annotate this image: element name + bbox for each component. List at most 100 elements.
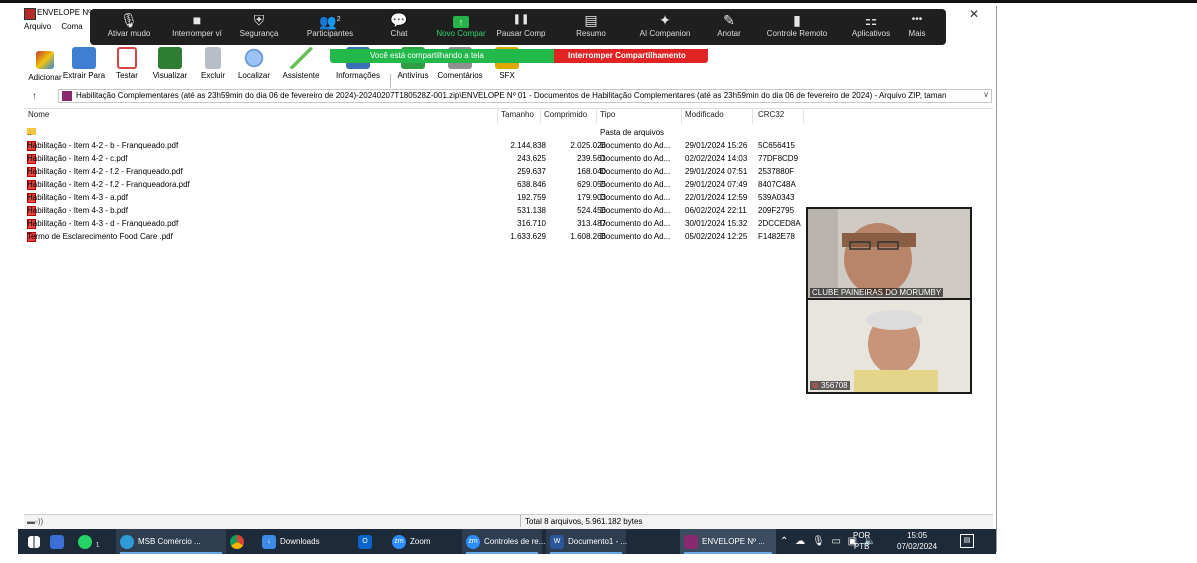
- taskbar-app-zoom-controls[interactable]: zm Controles de re...: [462, 529, 545, 554]
- taskbar-start-button[interactable]: [28, 529, 44, 554]
- menu-bar: Arquivo Coma: [24, 22, 91, 31]
- stop-share-button[interactable]: Interromper Compartilhamento: [554, 49, 708, 63]
- toolbar-excluir-button[interactable]: Excluir: [196, 47, 230, 80]
- outlook-icon: O: [358, 534, 372, 549]
- zoom-mute-button[interactable]: 🎙 Ativar mudo: [94, 9, 164, 45]
- test-checklist-icon: [117, 47, 137, 69]
- notification-icon[interactable]: ▤: [960, 534, 974, 548]
- zoom-meeting-controls: 🎙 Ativar mudo ■ Interromper ví ⛨ Seguran…: [90, 9, 946, 45]
- chevron-down-icon[interactable]: ∨: [983, 90, 989, 99]
- taskbar-app-outlook[interactable]: O: [358, 529, 376, 554]
- share-screen-icon: ↑: [453, 16, 469, 28]
- toolbar-separator: [390, 74, 391, 88]
- extract-folder-icon: [72, 47, 96, 69]
- zoom-ai-companion-button[interactable]: ✦ AI Companion: [630, 9, 700, 45]
- stop-share-label: Interromper Compartilhamento: [568, 51, 686, 60]
- clock-date: 07/02/2024: [897, 542, 938, 551]
- participant-video-2: [808, 300, 970, 392]
- up-folder-icon[interactable]: ↑: [32, 91, 37, 102]
- battery-icon[interactable]: ▭: [831, 536, 840, 547]
- toolbar-localizar-button[interactable]: Localizar: [234, 47, 274, 80]
- active-indicator: [684, 552, 772, 554]
- cloud-icon[interactable]: ☁: [795, 536, 805, 547]
- video-tile-participant[interactable]: ⊘ 356708: [806, 298, 972, 394]
- table-row[interactable]: Habilitação - Item 4-2 - c.pdf 243.625 2…: [24, 154, 804, 164]
- taskbar-app-whatsapp[interactable]: 1: [78, 529, 99, 554]
- edge-browser-icon: [120, 534, 134, 549]
- microphone-tray-icon[interactable]: 🎙: [812, 536, 825, 547]
- archive-icon: [62, 91, 72, 101]
- participants-count: 2: [336, 16, 341, 23]
- column-header-nome[interactable]: Nome: [28, 110, 49, 119]
- word-icon: W: [550, 534, 564, 549]
- chat-bubble-icon: 💬: [390, 12, 408, 28]
- menu-arquivo[interactable]: Arquivo: [24, 22, 51, 31]
- zoom-stop-video-button[interactable]: ■ Interromper ví: [162, 9, 232, 45]
- column-header-comprimido[interactable]: Comprimido: [544, 110, 587, 119]
- table-row[interactable]: Habilitação - Item 4-3 - b.pdf 531.138 5…: [24, 206, 804, 216]
- toolbar-visualizar-button[interactable]: Visualizar: [148, 47, 192, 80]
- zoom-participants-button[interactable]: 👥2 Participantes: [290, 9, 370, 45]
- table-row[interactable]: Habilitação - Item 4-3 - a.pdf 192.759 1…: [24, 193, 804, 203]
- column-separator: [596, 108, 597, 124]
- active-indicator: [466, 552, 538, 554]
- taskbar-clock[interactable]: 15:05 07/02/2024: [897, 530, 937, 552]
- taskbar-app-edge[interactable]: MSB Comércio ...: [116, 529, 226, 554]
- taskbar-app-chrome[interactable]: [230, 529, 248, 554]
- column-header-tamanho[interactable]: Tamanho: [501, 110, 534, 119]
- zoom-remote-control-button[interactable]: ▮ Controle Remoto: [760, 9, 834, 45]
- taskbar-app-winrar[interactable]: ENVELOPE Nº ...: [680, 529, 776, 554]
- winrar-icon: [684, 534, 698, 549]
- sonic-app-icon: [50, 534, 64, 549]
- add-archive-icon: [36, 51, 54, 69]
- address-path: Habilitação Complementares (até as 23h59…: [76, 91, 947, 100]
- zoom-summary-button[interactable]: ▤ Resumo: [556, 9, 626, 45]
- close-icon[interactable]: ✕: [969, 7, 979, 21]
- toolbar-adicionar-button[interactable]: Adicionar: [24, 47, 66, 82]
- table-row[interactable]: Habilitação - Item 4-3 - d - Franqueado.…: [24, 219, 804, 229]
- address-bar[interactable]: Habilitação Complementares (até as 23h59…: [58, 89, 992, 103]
- table-row[interactable]: Habilitação - Item 4-2 - f.2 - Franquead…: [24, 167, 804, 177]
- column-header-tipo[interactable]: Tipo: [600, 110, 615, 119]
- clock-time: 15:05: [907, 531, 928, 540]
- participant-video-1: [808, 209, 970, 299]
- chrome-icon: [230, 534, 244, 549]
- zoom-annotate-button[interactable]: ✎ Anotar: [694, 9, 764, 45]
- toolbar-extrair-para-button[interactable]: Extrair Para: [62, 47, 106, 80]
- status-separator: [520, 515, 521, 527]
- table-row[interactable]: Termo de Esclarecimento Food Care .pdf 1…: [24, 232, 804, 242]
- taskbar-app-word[interactable]: W Documento1 - ...: [546, 529, 627, 554]
- language-indicator[interactable]: POR PTB: [853, 530, 870, 552]
- taskbar-app-sonic[interactable]: [50, 529, 68, 554]
- table-row[interactable]: Habilitação - Item 4-2 - f.2 - Franquead…: [24, 180, 804, 190]
- top-border: [0, 0, 1197, 3]
- column-header-modificado[interactable]: Modificado: [685, 110, 724, 119]
- toolbar-assistente-button[interactable]: Assistente: [276, 47, 326, 80]
- muted-mic-icon: ⊘: [812, 381, 821, 390]
- zoom-security-button[interactable]: ⛨ Segurança: [224, 9, 294, 45]
- chevron-up-icon[interactable]: ⌃: [780, 536, 788, 547]
- summary-icon: ▤: [584, 12, 598, 28]
- more-dots-icon: •••: [911, 14, 923, 25]
- toolbar-testar-button[interactable]: Testar: [110, 47, 144, 80]
- status-bar: [24, 514, 993, 529]
- windows-start-icon: [28, 535, 40, 548]
- zoom-chat-button[interactable]: 💬 Chat: [364, 9, 434, 45]
- menu-comandos[interactable]: Coma: [61, 22, 82, 31]
- taskbar-app-zoom[interactable]: zm Zoom: [392, 529, 430, 554]
- pen-icon: ✎: [723, 12, 735, 28]
- column-separator: [803, 108, 804, 124]
- video-camera-icon: ■: [192, 12, 202, 28]
- wizard-wand-icon: [289, 47, 313, 69]
- sharing-status-text: Você está compartilhando a tela: [370, 51, 484, 60]
- table-row[interactable]: Habilitação - Item 4-2 - b - Franqueado.…: [24, 141, 804, 151]
- column-separator: [540, 108, 541, 124]
- zoom-more-button[interactable]: ••• Mais: [890, 9, 944, 45]
- taskbar-app-downloads[interactable]: ↓ Downloads: [262, 529, 320, 554]
- active-indicator: [550, 552, 622, 554]
- video-tile-host[interactable]: CLUBE PAINEIRAS DO MORUMBY: [806, 207, 972, 301]
- column-header-crc32[interactable]: CRC32: [758, 110, 784, 119]
- whatsapp-icon: [78, 534, 92, 549]
- table-row[interactable]: .. Pasta de arquivos: [24, 128, 804, 137]
- zoom-pause-share-button[interactable]: ❚❚ Pausar Comp: [486, 9, 556, 45]
